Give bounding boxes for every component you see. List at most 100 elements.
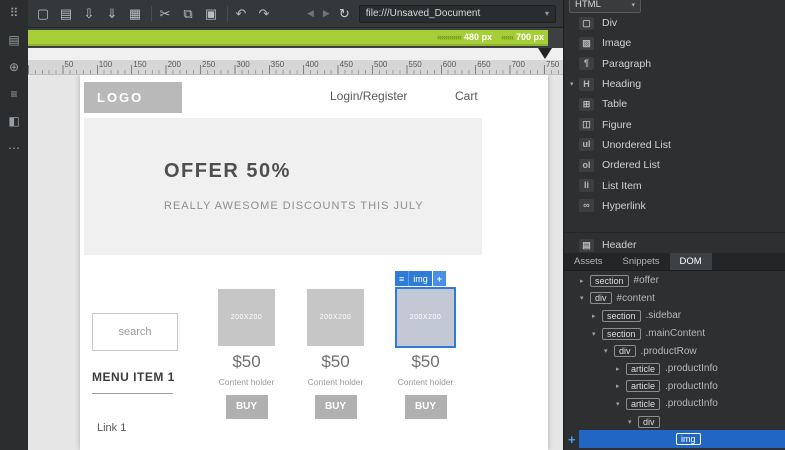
chevron-expanded-icon[interactable]: ▾ bbox=[616, 400, 626, 408]
address-text: file:///Unsaved_Document bbox=[366, 8, 545, 19]
viewport-resize-handle[interactable] bbox=[538, 48, 552, 59]
element-add-icon[interactable]: + bbox=[433, 271, 446, 286]
table-icon: ⊞ bbox=[579, 98, 594, 111]
address-bar[interactable]: file:///Unsaved_Document ▾ bbox=[359, 5, 556, 23]
preview-icon[interactable]: ▦ bbox=[127, 6, 143, 22]
back-icon[interactable]: ◀ bbox=[307, 8, 314, 19]
workspace-icon[interactable]: ⠿ bbox=[10, 6, 19, 20]
dom-node[interactable]: ▾div#content bbox=[564, 290, 785, 308]
ruler-number: 750 bbox=[546, 60, 559, 69]
ruler-number: 700 bbox=[512, 60, 525, 69]
page-logo[interactable]: LOGO bbox=[84, 82, 182, 113]
insert-item-label: Hyperlink bbox=[602, 200, 646, 212]
dom-node[interactable]: img bbox=[579, 430, 785, 448]
product-image-placeholder[interactable]: 200X200 bbox=[397, 289, 454, 346]
insert-item-ordered-list[interactable]: olOrdered List bbox=[564, 155, 785, 175]
product-image-placeholder[interactable]: 200X200 bbox=[218, 289, 275, 346]
insert-item-unordered-list[interactable]: ulUnordered List bbox=[564, 135, 785, 155]
save-icon[interactable]: ⇩ bbox=[81, 6, 97, 22]
undo-icon[interactable]: ↶ bbox=[233, 6, 249, 22]
add-element-button[interactable]: + bbox=[568, 432, 576, 447]
css-designer-icon[interactable]: ≡ bbox=[10, 87, 17, 101]
copy-icon[interactable]: ⧉ bbox=[180, 6, 196, 22]
paragraph-icon: ¶ bbox=[579, 57, 594, 70]
tab-dom[interactable]: DOM bbox=[670, 253, 712, 270]
product-price: $50 bbox=[397, 352, 454, 372]
header-icon: ▤ bbox=[579, 239, 594, 252]
dom-node[interactable]: ▾article.productInfo bbox=[564, 395, 785, 413]
paste-icon[interactable]: ▣ bbox=[203, 6, 219, 22]
dom-node[interactable]: ▸article.productInfo bbox=[564, 378, 785, 396]
insert-panel-icon[interactable]: ⊕ bbox=[9, 60, 19, 74]
more-tools-icon[interactable]: ⋯ bbox=[8, 141, 20, 155]
scrubber-strip bbox=[28, 48, 563, 60]
dom-node[interactable]: ▸article.productInfo bbox=[564, 360, 785, 378]
insert-item-table[interactable]: ⊞Table bbox=[564, 94, 785, 114]
design-page: LOGO Login/Register Cart OFFER 50% REALL… bbox=[80, 75, 548, 450]
address-caret-icon[interactable]: ▾ bbox=[545, 9, 549, 18]
sidebar-link-1[interactable]: Link 1 bbox=[97, 422, 126, 434]
dom-node[interactable]: ▸section#offer bbox=[564, 272, 785, 290]
forward-icon[interactable]: ▶ bbox=[323, 8, 330, 19]
buy-button[interactable]: BUY bbox=[315, 395, 357, 419]
chevron-expanded-icon[interactable]: ▾ bbox=[580, 294, 590, 302]
cut-icon[interactable]: ✂ bbox=[157, 6, 173, 22]
insert-item-label: Heading bbox=[602, 78, 641, 90]
cart-link[interactable]: Cart bbox=[455, 89, 478, 103]
insert-item-div[interactable]: ▢Div bbox=[564, 13, 785, 33]
chevron-expanded-icon[interactable]: ▾ bbox=[592, 330, 602, 338]
redo-icon[interactable]: ↷ bbox=[256, 6, 272, 22]
ruler-number: 600 bbox=[443, 60, 456, 69]
product-price: $50 bbox=[218, 352, 275, 372]
files-icon[interactable]: ▤ bbox=[8, 33, 19, 47]
insert-item-hyperlink[interactable]: ∞Hyperlink bbox=[564, 196, 785, 216]
edit-icon-group: ✂ ⧉ ▣ bbox=[157, 6, 226, 22]
chevron-expanded-icon[interactable]: ▾ bbox=[604, 347, 614, 355]
vmq-700-marker[interactable]: ««« 700 px bbox=[501, 30, 544, 44]
buy-button[interactable]: BUY bbox=[226, 395, 268, 419]
ruler-number: 350 bbox=[271, 60, 284, 69]
dom-selector: #content bbox=[617, 293, 655, 304]
chevron-expanded-icon[interactable]: ▾ bbox=[628, 418, 638, 426]
dom-node[interactable]: ▾div bbox=[564, 413, 785, 431]
heading-icon: H bbox=[579, 78, 594, 91]
vmq-480-marker[interactable]: «««««« 480 px bbox=[437, 30, 492, 44]
element-menu-icon[interactable]: ≡ bbox=[395, 271, 409, 286]
toolbar-separator bbox=[227, 6, 228, 22]
toolbar-separator bbox=[151, 6, 152, 22]
product-image-placeholder[interactable]: 200X200 bbox=[307, 289, 364, 346]
dom-tag-section: section bbox=[602, 328, 641, 340]
dom-node[interactable]: ▾section.mainContent bbox=[564, 325, 785, 343]
chevron-collapsed-icon[interactable]: ▸ bbox=[580, 277, 590, 285]
insert-item-heading[interactable]: ▾HHeading bbox=[564, 74, 785, 94]
menu-item-label[interactable]: MENU ITEM 1 bbox=[92, 370, 175, 384]
dom-selector: .productInfo bbox=[665, 381, 718, 392]
insert-item-paragraph[interactable]: ¶Paragraph bbox=[564, 54, 785, 74]
insert-item-image[interactable]: ▨Image bbox=[564, 33, 785, 53]
tab-assets[interactable]: Assets bbox=[564, 253, 613, 270]
save-all-icon[interactable]: ⇓ bbox=[104, 6, 120, 22]
tab-snippets[interactable]: Snippets bbox=[613, 253, 670, 270]
insert-item-figure[interactable]: ◫ Figure bbox=[564, 114, 785, 134]
login-register-link[interactable]: Login/Register bbox=[330, 89, 407, 103]
buy-button[interactable]: BUY bbox=[405, 395, 447, 419]
search-input[interactable]: search bbox=[92, 313, 178, 351]
extract-icon[interactable]: ◧ bbox=[8, 114, 19, 128]
new-file-icon[interactable]: ▢ bbox=[35, 6, 51, 22]
chevron-collapsed-icon[interactable]: ▸ bbox=[592, 312, 602, 320]
media-query-bar[interactable]: «««««« 480 px ««« 700 px bbox=[28, 30, 548, 46]
dom-node[interactable]: ▸section.sidebar bbox=[564, 307, 785, 325]
insert-category-dropdown[interactable]: HTML ▾ bbox=[569, 0, 641, 13]
ruler-number: 100 bbox=[99, 60, 112, 69]
insert-item-list-item[interactable]: liList Item bbox=[564, 175, 785, 195]
insert-item-label: Figure bbox=[602, 119, 632, 131]
chevron-collapsed-icon[interactable]: ▸ bbox=[616, 365, 626, 373]
offer-subtitle: REALLY AWESOME DISCOUNTS THIS JULY bbox=[164, 200, 424, 212]
refresh-icon[interactable]: ↻ bbox=[339, 6, 350, 22]
open-file-icon[interactable]: ▤ bbox=[58, 6, 74, 22]
ruler: 5010015020025030035040045050055060065070… bbox=[28, 60, 563, 75]
dom-node[interactable]: ▾div.productRow bbox=[564, 342, 785, 360]
offer-section[interactable]: OFFER 50% REALLY AWESOME DISCOUNTS THIS … bbox=[84, 118, 482, 255]
figure-icon: ◫ bbox=[579, 118, 594, 131]
chevron-collapsed-icon[interactable]: ▸ bbox=[616, 382, 626, 390]
